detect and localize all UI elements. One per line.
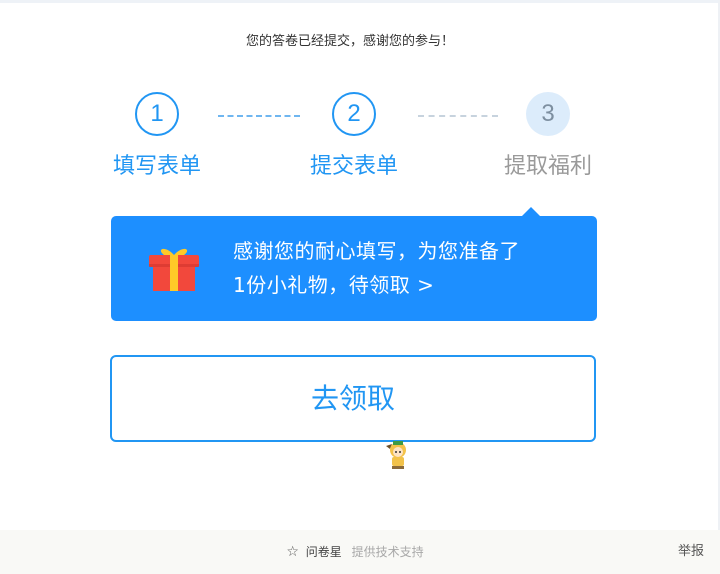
footer-brand[interactable]: ☆ 问卷星 提供技术支持 bbox=[0, 530, 710, 574]
submission-thanks-message: 您的答卷已经提交，感谢您的参与！ bbox=[245, 34, 454, 49]
brand-name: 问卷星 bbox=[305, 545, 342, 559]
step-submit-form: 2 提交表单 bbox=[284, 92, 424, 180]
report-link[interactable]: 举报 bbox=[678, 530, 704, 574]
gift-message-line2: 1份小礼物，待领取 > bbox=[233, 273, 435, 297]
step-number: 1 bbox=[135, 92, 179, 136]
gift-card[interactable]: 感谢您的耐心填写，为您准备了 1份小礼物，待领取 > bbox=[111, 216, 597, 321]
step-label: 提交表单 bbox=[309, 154, 398, 179]
claim-button[interactable]: 去领取 bbox=[110, 355, 596, 442]
step-number: 2 bbox=[332, 92, 376, 136]
step-number: 3 bbox=[526, 92, 570, 136]
footer: ☆ 问卷星 提供技术支持 举报 bbox=[0, 530, 720, 574]
star-icon: ☆ bbox=[286, 544, 299, 560]
gift-message-line1: 感谢您的耐心填写，为您准备了 bbox=[233, 239, 520, 263]
tech-support-text: 提供技术支持 bbox=[351, 545, 424, 559]
gift-icon bbox=[149, 248, 199, 291]
step-label: 提取福利 bbox=[503, 154, 592, 179]
step-fill-form: 1 填写表单 bbox=[87, 92, 227, 180]
top-border bbox=[0, 0, 720, 3]
mascot-sprite-icon bbox=[386, 441, 406, 469]
gift-message: 感谢您的耐心填写，为您准备了 1份小礼物，待领取 > bbox=[233, 234, 583, 302]
step-label: 填写表单 bbox=[112, 154, 201, 179]
step-claim-benefit: 3 提取福利 bbox=[478, 92, 618, 180]
